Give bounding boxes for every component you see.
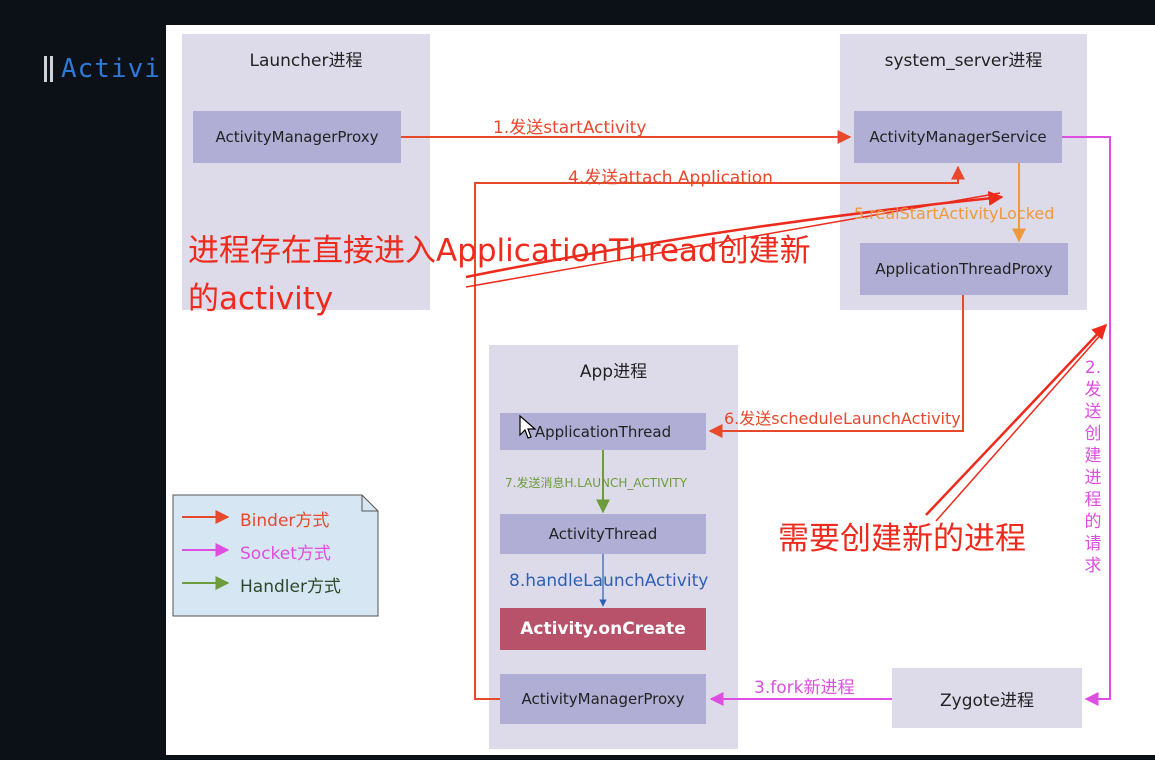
slide-title: Activi	[44, 52, 161, 86]
annotation-existing-process-line2: 的activity	[188, 281, 334, 317]
step4-label: 4.发送attach Application	[568, 168, 773, 188]
annotation-new-process: 需要创建新的进程	[778, 521, 1026, 557]
legend-binder-label: Binder方式	[240, 511, 330, 531]
step8-label: 8.handleLaunchActivity	[509, 571, 709, 591]
slide-title-text: Activi	[61, 54, 161, 84]
step6-label: 6.发送scheduleLaunchActivity	[724, 409, 961, 428]
annotation-arrow-new-process-guide	[935, 330, 1105, 522]
legend-socket-label: Socket方式	[240, 544, 331, 564]
legend-handler-label: Handler方式	[240, 577, 341, 597]
step1-label: 1.发送startActivity	[493, 118, 647, 138]
annotation-existing-process-line1: 进程存在直接进入ApplicationThread创建新	[188, 233, 811, 269]
diagram-board: Launcher进程 system_server进程 App进程 Activit…	[166, 25, 1155, 755]
cursor-icon	[519, 415, 537, 439]
arrows-layer	[182, 130, 1111, 706]
step5-label: 5.realStartActivityLocked	[854, 204, 1055, 223]
title-marker	[44, 56, 47, 82]
step3-label: 3.fork新进程	[754, 678, 855, 698]
step7-label: 7.发送消息H.LAUNCH_ACTIVITY	[505, 476, 688, 490]
title-marker	[50, 56, 53, 82]
step2-label: 2.发送创建进程的请求	[1084, 358, 1102, 576]
